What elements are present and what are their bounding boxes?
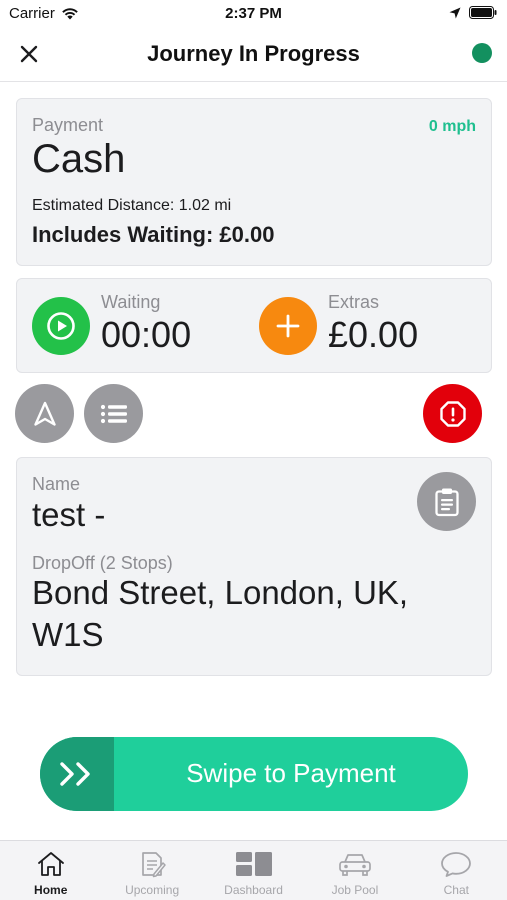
- page-title: Journey In Progress: [147, 41, 360, 66]
- dropoff-label: DropOff (2 Stops): [32, 553, 173, 573]
- dashboard-icon: [235, 852, 272, 876]
- tab-label-home: Home: [34, 883, 68, 897]
- waiting-total: Includes Waiting: £0.00: [32, 222, 275, 247]
- tab-job-pool[interactable]: Job Pool: [304, 841, 405, 900]
- start-waiting-button[interactable]: [32, 297, 90, 355]
- emergency-alert-button[interactable]: [423, 384, 482, 443]
- clock-time: 2:37 PM: [225, 5, 282, 22]
- navigate-button[interactable]: [15, 384, 74, 443]
- tab-dashboard[interactable]: Dashboard: [203, 841, 304, 900]
- passenger-name: test -: [32, 496, 106, 533]
- swipe-label: Swipe to Payment: [186, 758, 396, 788]
- tab-home[interactable]: Home: [0, 841, 101, 900]
- swipe-to-payment-slider[interactable]: Swipe to Payment: [40, 737, 468, 811]
- home-icon: [37, 852, 64, 876]
- booking-card: Name test - DropOff (2 Stops) Bond Stree…: [16, 457, 492, 676]
- connection-status-dot: [472, 43, 492, 63]
- status-bar: Carrier 2:37 PM: [0, 0, 507, 28]
- payment-card: Payment 0 mph Cash Estimated Distance: 1…: [16, 98, 492, 266]
- stops-list-button[interactable]: [84, 384, 143, 443]
- battery-icon: [469, 6, 497, 19]
- booking-details-button[interactable]: [417, 472, 476, 531]
- tab-label-upcoming: Upcoming: [125, 883, 180, 897]
- car-icon: [339, 854, 371, 876]
- navigation-bar: Journey In Progress: [0, 28, 507, 82]
- tab-label-chat: Chat: [443, 883, 469, 897]
- status-indicators: [449, 6, 497, 19]
- passenger-name-label: Name: [32, 474, 81, 494]
- timer-card: Waiting 00:00 Extras £0.00: [16, 278, 492, 373]
- chat-icon: [441, 852, 472, 877]
- swipe-handle[interactable]: [40, 737, 114, 811]
- payment-label: Payment: [32, 115, 104, 135]
- dropoff-address: Bond Street, London, UK, W1S: [32, 574, 409, 653]
- tab-upcoming[interactable]: Upcoming: [101, 841, 202, 900]
- play-icon: [47, 312, 75, 340]
- payment-method: Cash: [32, 137, 126, 181]
- clipboard-icon: [434, 488, 459, 516]
- tab-label-job-pool: Job Pool: [331, 883, 379, 897]
- double-chevron-right-icon: [60, 762, 90, 786]
- navigation-arrow-icon: [33, 401, 56, 426]
- location-arrow-icon: [449, 7, 461, 18]
- list-icon: [100, 404, 127, 423]
- extras-value: £0.00: [328, 314, 419, 355]
- extras-label: Extras: [328, 292, 380, 312]
- estimated-distance: Estimated Distance: 1.02 mi: [32, 197, 232, 214]
- add-extras-button[interactable]: [259, 297, 317, 355]
- upcoming-icon: [142, 852, 166, 878]
- waiting-label: Waiting: [101, 292, 161, 312]
- tab-chat[interactable]: Chat: [406, 841, 507, 900]
- tab-label-dashboard: Dashboard: [224, 883, 283, 897]
- alert-icon: [439, 400, 466, 427]
- tab-bar: Home Upcoming Dashboard Job Pool Chat: [0, 840, 507, 900]
- plus-icon: [276, 314, 300, 338]
- waiting-timer: 00:00: [101, 314, 192, 355]
- speed-indicator: 0 mph: [428, 118, 476, 135]
